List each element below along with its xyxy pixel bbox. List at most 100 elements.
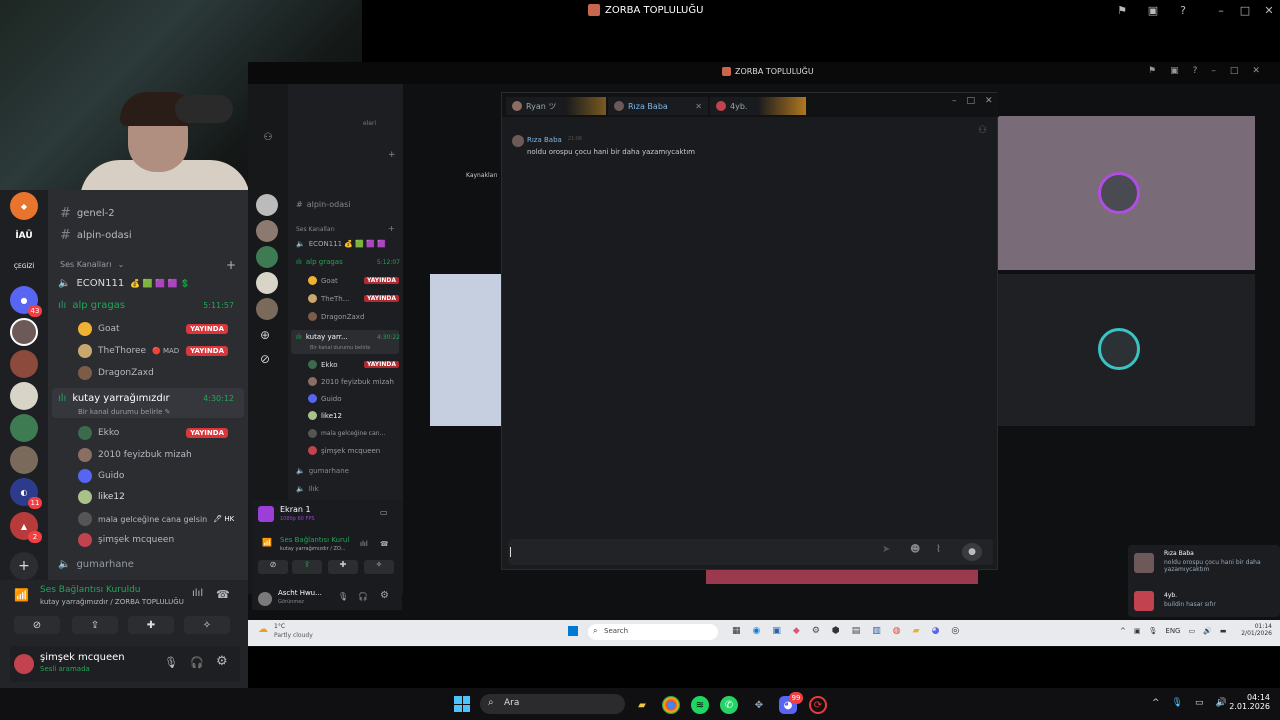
voice-channel-kutay[interactable]: ılı kutay yarrağımızdır 4:30:12 xyxy=(58,393,246,404)
soundboard-button[interactable]: ✧ xyxy=(184,616,230,634)
maximize-icon[interactable]: □ xyxy=(967,96,976,106)
voice-user[interactable]: DragonZaxd xyxy=(78,366,154,380)
activities-button[interactable]: ✚ xyxy=(128,616,174,634)
noise-icon[interactable]: ılıl xyxy=(360,540,368,548)
volume-icon[interactable]: 🔊 xyxy=(1203,627,1212,635)
voice-user[interactable]: Ekko YAYINDA xyxy=(78,426,238,440)
voice-channel-kutay[interactable]: ılı kutay yarr... 4:30:22 xyxy=(296,333,404,341)
voice-user[interactable]: mala gelceğine can... xyxy=(308,429,385,438)
channel-alpin-odasi[interactable]: # alpin-odasi xyxy=(296,200,351,209)
avatar[interactable] xyxy=(14,654,34,674)
channel-status[interactable]: Bir kanal durumu belirle ✎ xyxy=(78,408,171,416)
add-channel-icon[interactable]: + xyxy=(388,224,395,233)
screen-icon[interactable]: ▣ xyxy=(1146,4,1160,18)
activities-button[interactable]: ✚ xyxy=(328,560,358,574)
app-icon[interactable]: ◆ xyxy=(793,626,800,636)
message-input[interactable]: ➤ ☻ ⌇ ● xyxy=(508,539,993,565)
screen-icon[interactable]: ▣ xyxy=(1170,66,1179,76)
search-input[interactable]: Search xyxy=(588,624,718,640)
channel-status[interactable]: Bir kanal durumu belirle xyxy=(310,345,370,351)
windows-start-icon[interactable] xyxy=(454,696,470,712)
tab-4yb[interactable]: 4yb. xyxy=(710,97,806,115)
store-icon[interactable]: ▣ xyxy=(772,626,781,636)
maximize-icon[interactable]: □ xyxy=(1238,4,1252,18)
close-icon[interactable]: ✕ xyxy=(985,96,993,106)
app-icon[interactable]: ▤ xyxy=(852,626,861,636)
voice-channel-ilik[interactable]: 🔈 Ilık xyxy=(296,485,319,493)
settings-gear-icon[interactable]: ⚙ xyxy=(216,654,228,669)
disconnect-icon[interactable]: ☎ xyxy=(380,540,389,548)
send-icon[interactable]: ➤ xyxy=(882,544,890,555)
display-icon[interactable]: ▭ xyxy=(1195,698,1204,708)
voice-user[interactable]: Guido xyxy=(308,394,342,403)
server-icon[interactable] xyxy=(256,194,278,216)
close-tab-icon[interactable]: ✕ xyxy=(695,102,702,111)
discord-icon[interactable]: ◕ xyxy=(932,626,940,636)
server-icon[interactable] xyxy=(256,298,278,320)
voice-location[interactable]: kutay yarrağımızdır / ZO... xyxy=(280,546,345,552)
server-icon[interactable]: ● 43 xyxy=(10,286,42,317)
clock[interactable]: 01:14 2/01/2026 xyxy=(1236,623,1272,637)
add-friend-icon[interactable]: ⚇ xyxy=(978,125,987,136)
clock[interactable]: 04:14 2.01.2026 xyxy=(1226,693,1270,711)
server-icon[interactable]: ▲ 2 xyxy=(10,512,42,543)
voice-user[interactable]: 2010 feyizbuk mizah xyxy=(308,377,394,386)
server-icon[interactable]: ◐ 11 xyxy=(10,478,42,509)
language-indicator[interactable]: ENG xyxy=(1165,627,1180,635)
add-server-icon[interactable]: ⊕ xyxy=(260,328,270,342)
search-input[interactable]: ⌕ Ara xyxy=(480,694,625,714)
voice-user[interactable]: mala gelceğine cana gelsin 🖊 HK xyxy=(78,512,234,526)
settings-gear-icon[interactable]: ⚙ xyxy=(380,590,389,601)
gift-icon[interactable]: ● xyxy=(962,543,982,561)
message-author[interactable]: Rıza Baba xyxy=(527,136,562,144)
tray-icon[interactable]: ▣ xyxy=(1134,627,1141,635)
steam-icon[interactable]: ◎ xyxy=(951,626,959,636)
server-icon[interactable] xyxy=(256,246,278,268)
voice-user[interactable]: Goat YAYINDA xyxy=(78,322,238,336)
spotify-icon[interactable]: ≋ xyxy=(691,696,709,714)
add-server-icon[interactable]: + xyxy=(10,552,38,580)
server-icon[interactable] xyxy=(10,414,38,442)
whatsapp-icon[interactable]: ✆ xyxy=(720,696,738,714)
tab-ryan[interactable]: Ryan ツ xyxy=(506,97,606,115)
avatar[interactable] xyxy=(258,592,272,606)
video-tile-partial[interactable] xyxy=(430,274,502,426)
voice-channel-alp-gragas[interactable]: ılı alp gragas 5:12:07 xyxy=(296,258,404,266)
emoji-icon[interactable]: ☻ xyxy=(910,544,920,555)
stop-stream-icon[interactable]: ▭ xyxy=(380,508,388,517)
app-icon[interactable]: ⬢ xyxy=(832,626,840,636)
flag-icon[interactable]: ⚑ xyxy=(1115,4,1129,18)
help-icon[interactable]: ? xyxy=(1193,66,1198,76)
folder-icon[interactable]: ▰ xyxy=(913,626,920,636)
maximize-icon[interactable]: □ xyxy=(1230,66,1239,76)
voice-channel-gumarhane[interactable]: 🔈 gumarhane xyxy=(58,559,134,570)
server-icon[interactable] xyxy=(10,350,38,378)
soundboard-button[interactable]: ✧ xyxy=(364,560,394,574)
voice-user[interactable]: 2010 feyizbuk mizah xyxy=(78,448,192,462)
screen-share-button[interactable]: ⇪ xyxy=(72,616,118,634)
voice-channel-econ111[interactable]: 🔈 ECON111 💰 🟩 🟪 🟪 💲 xyxy=(58,278,190,289)
voice-user[interactable]: like12 xyxy=(78,490,125,504)
flag-icon[interactable]: ⚑ xyxy=(1148,66,1156,76)
network-icon[interactable]: ▭ xyxy=(1188,627,1195,635)
voice-user[interactable]: like12 xyxy=(308,411,342,420)
chevron-up-icon[interactable]: ^ xyxy=(1152,698,1160,708)
noise-icon[interactable]: ılıl xyxy=(192,588,203,599)
voice-section-header[interactable]: Ses Kanalları xyxy=(296,226,335,233)
server-cegizi[interactable]: ÇEGİZİ xyxy=(10,252,38,280)
chrome-icon[interactable]: ◍ xyxy=(893,626,901,636)
close-icon[interactable]: ✕ xyxy=(1252,66,1260,76)
screen-share-button[interactable]: ⇪ xyxy=(292,560,322,574)
server-icon[interactable] xyxy=(256,272,278,294)
disconnect-icon[interactable]: ☎ xyxy=(216,588,230,601)
app-icon[interactable]: ⟳ xyxy=(809,696,827,714)
voice-channel-alp-gragas[interactable]: ılı alp gragas 5:11:57 xyxy=(58,300,246,311)
windows-start-icon[interactable] xyxy=(568,626,578,636)
server-zorba[interactable] xyxy=(10,318,38,346)
tab-riza-baba[interactable]: Rıza Baba ✕ xyxy=(608,97,708,115)
chevron-up-icon[interactable]: ^ xyxy=(1120,627,1126,635)
video-tile-user[interactable] xyxy=(998,274,1255,426)
explore-icon[interactable]: ⊘ xyxy=(260,352,270,366)
channel-genel-2[interactable]: # genel-2 xyxy=(60,206,115,221)
add-channel-icon[interactable]: + xyxy=(388,150,396,160)
